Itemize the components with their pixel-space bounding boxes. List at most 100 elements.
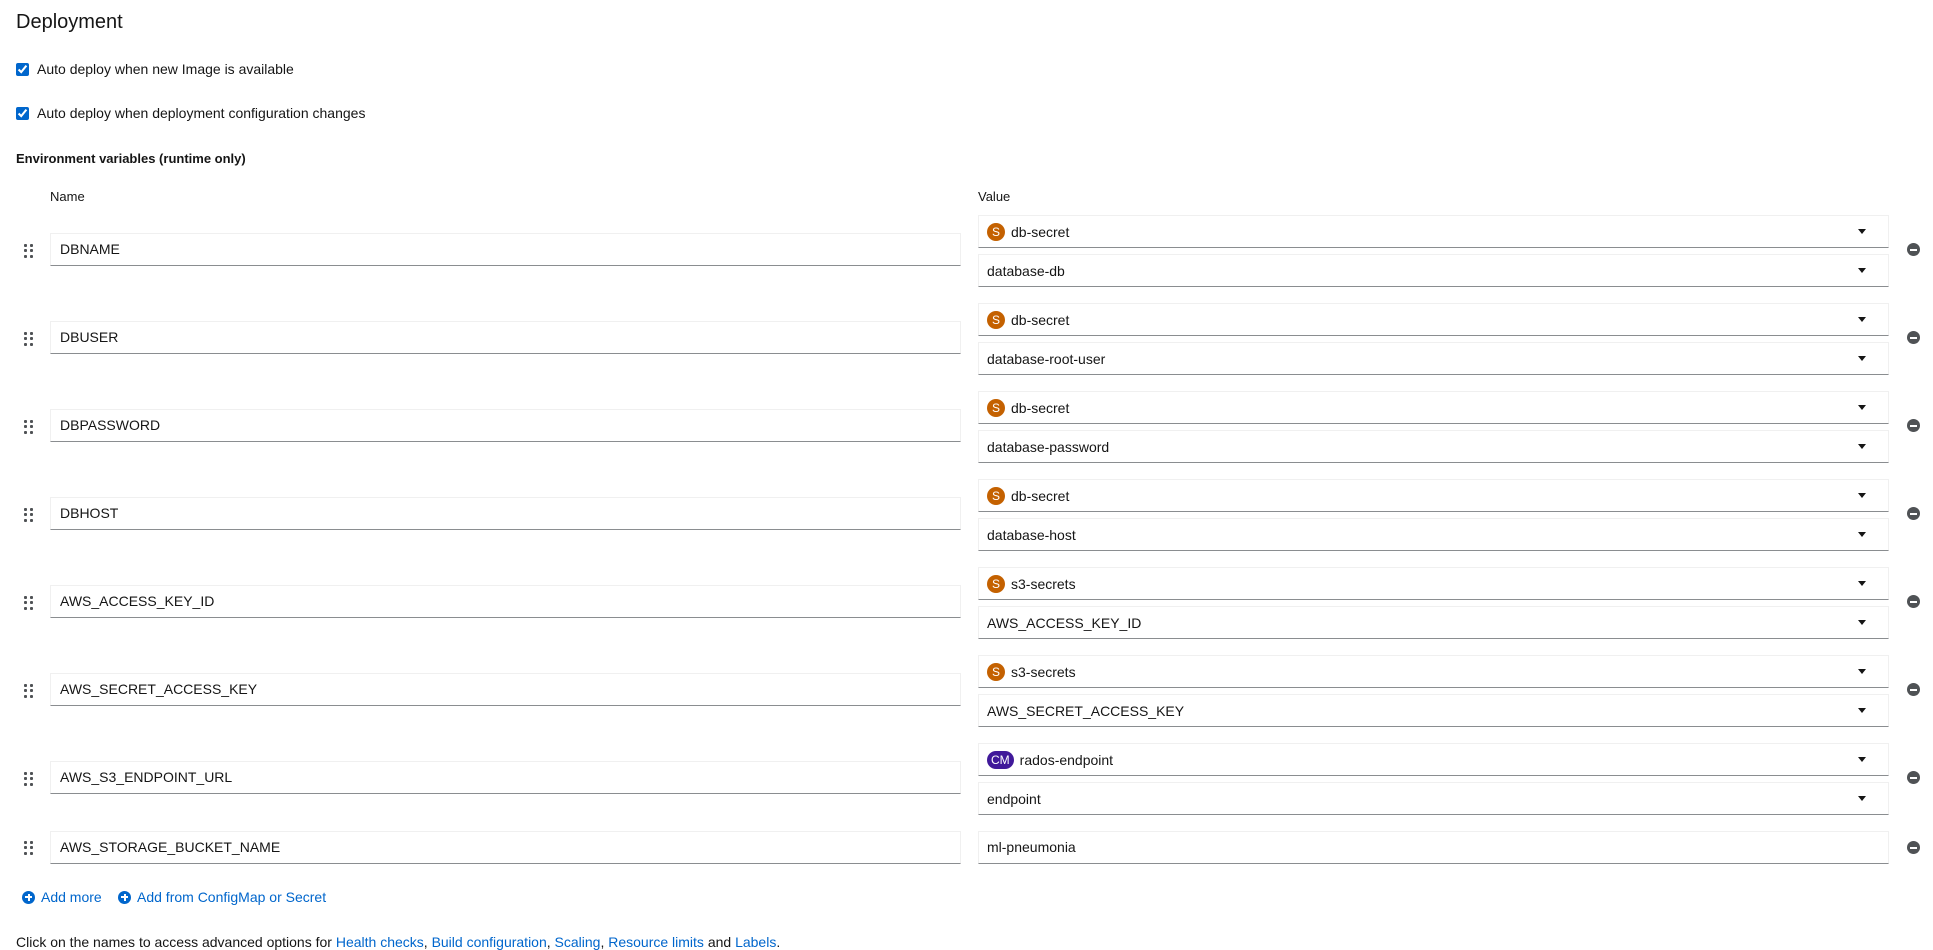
caret-down-icon xyxy=(1858,796,1866,801)
remove-env-icon[interactable] xyxy=(1907,243,1920,256)
drag-handle-icon[interactable] xyxy=(24,244,34,258)
env-key-value: AWS_ACCESS_KEY_ID xyxy=(987,614,1142,631)
env-source-select[interactable]: S db-secret xyxy=(978,303,1889,336)
drag-handle-icon[interactable] xyxy=(24,841,34,855)
env-name-input[interactable]: AWS_ACCESS_KEY_ID xyxy=(50,585,961,618)
env-source-select[interactable]: CM rados-endpoint xyxy=(978,743,1889,776)
remove-env-icon[interactable] xyxy=(1907,683,1920,696)
env-key-value: endpoint xyxy=(987,790,1041,807)
env-key-select[interactable]: database-root-user xyxy=(978,342,1889,375)
env-name-input[interactable]: DBUSER xyxy=(50,321,961,354)
caret-down-icon xyxy=(1858,317,1866,322)
secret-badge-icon: S xyxy=(987,222,1005,241)
health-checks-link[interactable]: Health checks xyxy=(336,934,424,950)
hint-prefix: Click on the names to access advanced op… xyxy=(16,934,336,950)
caret-down-icon xyxy=(1858,532,1866,537)
env-key-select[interactable]: AWS_SECRET_ACCESS_KEY xyxy=(978,694,1889,727)
env-key-value: database-password xyxy=(987,438,1110,455)
add-more-label: Add more xyxy=(41,889,102,905)
env-source-value: db-secret xyxy=(1011,223,1070,240)
caret-down-icon xyxy=(1858,268,1866,273)
caret-down-icon xyxy=(1858,405,1866,410)
separator: and xyxy=(703,934,736,950)
env-name-input[interactable]: DBPASSWORD xyxy=(50,409,961,442)
env-key-value: AWS_SECRET_ACCESS_KEY xyxy=(987,702,1185,719)
plus-circle-icon xyxy=(118,890,131,904)
env-key-select[interactable]: endpoint xyxy=(978,782,1889,815)
env-key-select[interactable]: database-db xyxy=(978,254,1889,287)
add-from-configmap-button[interactable]: Add from ConfigMap or Secret xyxy=(118,889,326,905)
env-source-value: rados-endpoint xyxy=(1019,751,1114,768)
auto-deploy-image-checkbox-row[interactable]: Auto deploy when new Image is available xyxy=(16,61,294,77)
plus-circle-icon xyxy=(22,890,35,904)
caret-down-icon xyxy=(1858,669,1866,674)
env-key-value: database-root-user xyxy=(987,350,1106,367)
auto-deploy-config-checkbox[interactable] xyxy=(16,106,29,120)
env-source-select[interactable]: S db-secret xyxy=(978,479,1889,512)
drag-handle-icon[interactable] xyxy=(24,772,34,786)
env-source-value: db-secret xyxy=(1011,487,1070,504)
env-name-input[interactable]: DBNAME xyxy=(50,233,961,266)
auto-deploy-config-label: Auto deploy when deployment configuratio… xyxy=(37,105,366,121)
configmap-badge-icon: CM xyxy=(987,750,1014,769)
scaling-link[interactable]: Scaling xyxy=(555,934,601,950)
secret-badge-icon: S xyxy=(987,310,1005,329)
auto-deploy-image-checkbox[interactable] xyxy=(16,62,29,76)
env-vars-heading: Environment variables (runtime only) xyxy=(16,151,246,166)
caret-down-icon xyxy=(1858,757,1866,762)
secret-badge-icon: S xyxy=(987,662,1005,681)
env-name-input[interactable]: AWS_STORAGE_BUCKET_NAME xyxy=(50,831,961,864)
separator: , xyxy=(423,934,432,950)
drag-handle-icon[interactable] xyxy=(24,596,34,610)
env-key-select[interactable]: database-password xyxy=(978,430,1889,463)
remove-env-icon[interactable] xyxy=(1907,771,1920,784)
caret-down-icon xyxy=(1858,581,1866,586)
secret-badge-icon: S xyxy=(987,574,1005,593)
name-column-header: Name xyxy=(50,189,85,204)
labels-link[interactable]: Labels xyxy=(735,934,776,950)
secret-badge-icon: S xyxy=(987,486,1005,505)
add-more-button[interactable]: Add more xyxy=(22,889,102,905)
value-column-header: Value xyxy=(978,189,1011,204)
remove-env-icon[interactable] xyxy=(1907,507,1920,520)
env-name-input[interactable]: AWS_S3_ENDPOINT_URL xyxy=(50,761,961,794)
env-key-select[interactable]: database-host xyxy=(978,518,1889,551)
drag-handle-icon[interactable] xyxy=(24,684,34,698)
remove-env-icon[interactable] xyxy=(1907,595,1920,608)
env-source-value: db-secret xyxy=(1011,399,1070,416)
env-source-value: s3-secrets xyxy=(1011,575,1076,592)
drag-handle-icon[interactable] xyxy=(24,332,34,346)
remove-env-icon[interactable] xyxy=(1907,419,1920,432)
caret-down-icon xyxy=(1858,356,1866,361)
drag-handle-icon[interactable] xyxy=(24,508,34,522)
build-configuration-link[interactable]: Build configuration xyxy=(432,934,547,950)
hint-suffix: . xyxy=(776,934,781,950)
env-name-input[interactable]: DBHOST xyxy=(50,497,961,530)
env-source-select[interactable]: S db-secret xyxy=(978,215,1889,248)
caret-down-icon xyxy=(1858,493,1866,498)
auto-deploy-config-checkbox-row[interactable]: Auto deploy when deployment configuratio… xyxy=(16,105,365,121)
section-title: Deployment xyxy=(16,11,123,33)
deployment-section: Deployment Auto deploy when new Image is… xyxy=(0,0,1933,950)
env-key-value: database-host xyxy=(987,526,1076,543)
env-source-value: db-secret xyxy=(1011,311,1070,328)
drag-handle-icon[interactable] xyxy=(24,420,34,434)
advanced-options-hint: Click on the names to access advanced op… xyxy=(16,934,780,950)
remove-env-icon[interactable] xyxy=(1907,841,1920,854)
auto-deploy-image-label: Auto deploy when new Image is available xyxy=(37,61,294,77)
remove-env-icon[interactable] xyxy=(1907,331,1920,344)
env-source-select[interactable]: S s3-secrets xyxy=(978,567,1889,600)
resource-limits-link[interactable]: Resource limits xyxy=(608,934,704,950)
caret-down-icon xyxy=(1858,620,1866,625)
env-key-value: database-db xyxy=(987,262,1065,279)
env-value-input[interactable]: ml-pneumonia xyxy=(978,831,1889,864)
caret-down-icon xyxy=(1858,444,1866,449)
caret-down-icon xyxy=(1858,708,1866,713)
env-source-select[interactable]: S s3-secrets xyxy=(978,655,1889,688)
env-key-select[interactable]: AWS_ACCESS_KEY_ID xyxy=(978,606,1889,639)
add-from-configmap-label: Add from ConfigMap or Secret xyxy=(137,889,327,905)
secret-badge-icon: S xyxy=(987,398,1005,417)
env-name-input[interactable]: AWS_SECRET_ACCESS_KEY xyxy=(50,673,961,706)
env-source-select[interactable]: S db-secret xyxy=(978,391,1889,424)
caret-down-icon xyxy=(1858,229,1866,234)
